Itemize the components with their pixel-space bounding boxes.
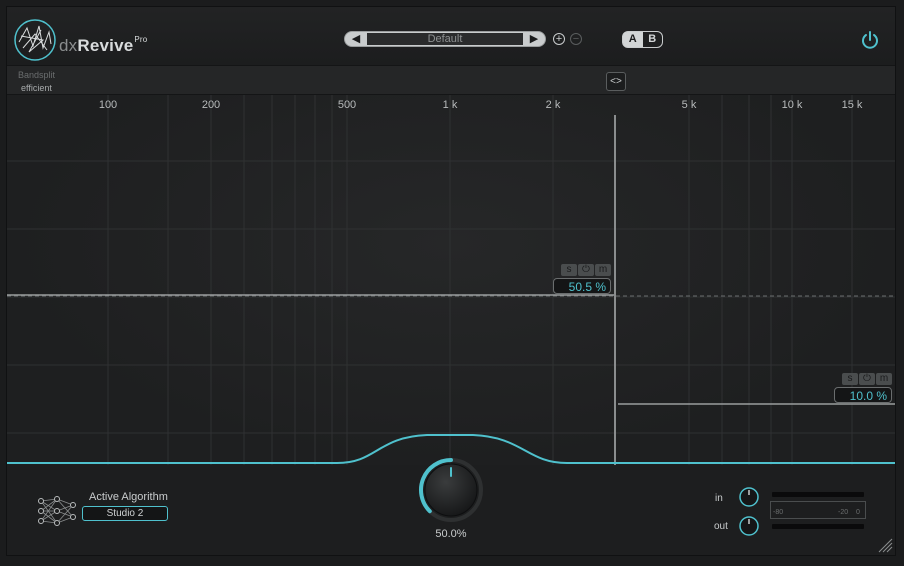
preset-next-button[interactable]: ▶ — [527, 33, 541, 45]
band-2-amount[interactable]: 10.0 % — [834, 387, 892, 403]
band-1-mute-button[interactable]: m — [595, 264, 611, 276]
band-2-mute-button[interactable]: m — [876, 373, 892, 385]
ab-a-button[interactable]: A — [623, 32, 643, 47]
amount-knob[interactable] — [416, 455, 486, 525]
preset-selector: ◀ Default ▶ — [344, 31, 546, 47]
input-label: in — [715, 493, 723, 504]
freq-label-5k: 5 k — [681, 99, 697, 111]
output-gain-knob[interactable] — [738, 515, 760, 537]
meter-tick: -20 — [838, 509, 849, 516]
band-1-amount[interactable]: 50.5 % — [553, 278, 611, 294]
remove-preset-button[interactable]: − — [570, 33, 582, 45]
add-preset-button[interactable]: + — [553, 33, 565, 45]
algorithm-label: Active Algorithm — [89, 491, 168, 503]
plugin-window: dxRevivePro ◀ Default ▶ + − A B Bandspli… — [6, 6, 896, 556]
meter-tick: -80 — [773, 509, 784, 516]
brand-prefix: dx — [59, 36, 78, 55]
input-gain-knob[interactable] — [738, 486, 760, 508]
resize-handle-icon[interactable] — [877, 537, 893, 553]
freq-label-2k: 2 k — [545, 99, 561, 111]
ab-switch: A B — [622, 31, 663, 48]
band-1-controls: s ⏻ m 50.5 % — [553, 264, 611, 294]
freq-label-500: 500 — [337, 99, 357, 111]
meter-tick: 0 — [856, 509, 860, 516]
meter-scale: -80 -20 0 — [770, 501, 866, 519]
input-meter-bar — [772, 492, 864, 497]
bandsplit-bar: Bandsplit efficient <> — [7, 65, 895, 95]
level-meter: -80 -20 0 — [770, 489, 866, 531]
logo-icon — [14, 19, 56, 61]
band-2-solo-button[interactable]: s — [842, 373, 858, 385]
algorithm-select[interactable]: Studio 2 — [82, 506, 168, 521]
freq-label-15k: 15 k — [841, 99, 863, 111]
bottom-panel: Active Algorithm Studio 2 50.0% in out -… — [7, 458, 895, 555]
header: dxRevivePro ◀ Default ▶ + − A B — [7, 7, 895, 65]
ab-b-button[interactable]: B — [643, 32, 663, 47]
brand-name: Revive — [77, 36, 134, 55]
frequency-graph[interactable]: 100 200 500 1 k 2 k 5 k 10 k 15 k s ⏻ m … — [7, 95, 895, 465]
bandsplit-label: Bandsplit — [18, 70, 56, 80]
freq-label-200: 200 — [201, 99, 221, 111]
freq-label-100: 100 — [98, 99, 118, 111]
band-1-solo-button[interactable]: s — [561, 264, 577, 276]
band-1-power-button[interactable]: ⏻ — [578, 264, 594, 276]
graph-canvas — [7, 95, 895, 465]
grid-lines — [7, 95, 895, 465]
neural-network-icon — [38, 496, 76, 526]
output-meter-bar — [772, 524, 864, 529]
brand-title: dxRevivePro — [59, 35, 148, 56]
expand-button[interactable]: <> — [606, 72, 626, 91]
brand-suffix: Pro — [134, 35, 148, 45]
freq-label-10k: 10 k — [781, 99, 803, 111]
amount-knob-value: 50.0% — [435, 528, 467, 540]
bandsplit-mode[interactable]: efficient — [21, 83, 52, 93]
preset-name[interactable]: Default — [367, 33, 523, 45]
band-2-power-button[interactable]: ⏻ — [859, 373, 875, 385]
power-icon[interactable] — [860, 30, 880, 50]
output-label: out — [714, 521, 728, 532]
band-2-controls: s ⏻ m 10.0 % — [834, 373, 892, 403]
freq-label-1k: 1 k — [442, 99, 458, 111]
preset-prev-button[interactable]: ◀ — [349, 33, 363, 45]
